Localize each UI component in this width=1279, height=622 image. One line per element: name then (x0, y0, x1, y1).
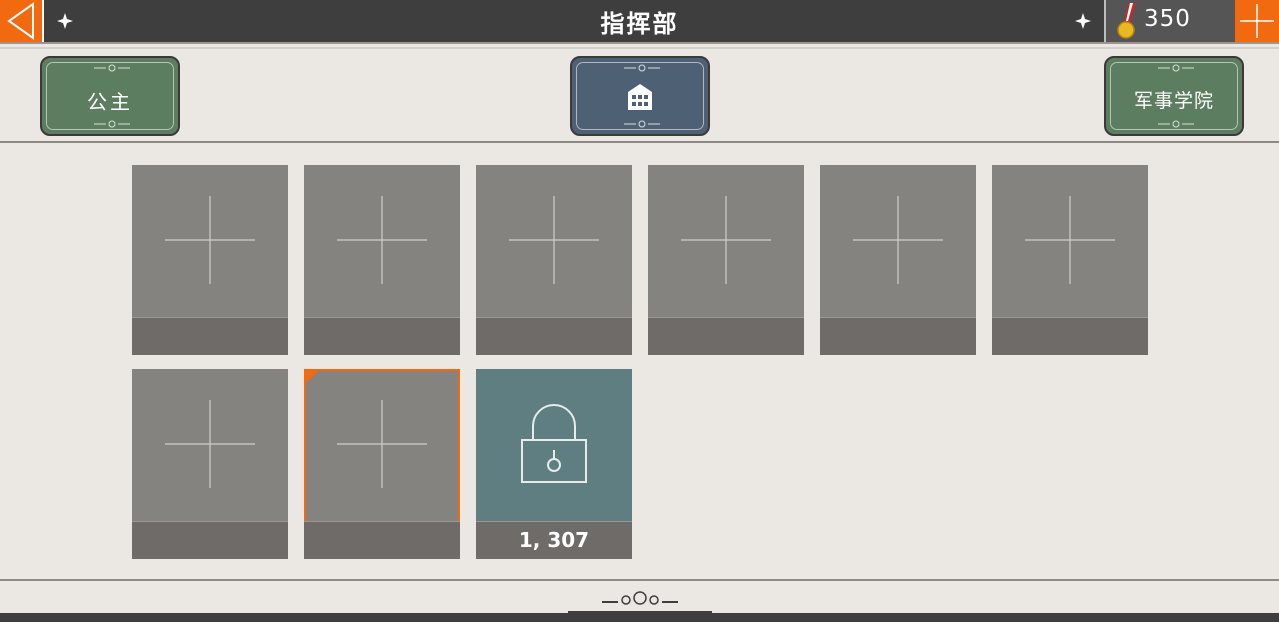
locked-slot[interactable]: 1, 307 (476, 369, 632, 559)
tab-label: 公主 (87, 90, 133, 114)
empty-slot[interactable] (132, 165, 288, 355)
slot-footer (132, 521, 288, 559)
tab-military-academy[interactable]: 军事学院 (1104, 56, 1244, 136)
empty-slot[interactable] (132, 369, 288, 559)
divider (0, 579, 1279, 581)
tab-label: 军事学院 (1133, 90, 1214, 112)
ornament-icon (1158, 64, 1194, 72)
slot-footer (476, 317, 632, 355)
slot-footer (820, 317, 976, 355)
divider (0, 47, 1279, 49)
empty-slot[interactable] (820, 165, 976, 355)
scroll-ornament-icon (568, 591, 712, 614)
tab-princess[interactable]: 公主 (40, 56, 180, 136)
slot-footer (132, 317, 288, 355)
slot-footer (648, 317, 804, 355)
add-plus-icon (853, 196, 943, 284)
ornament-icon (94, 64, 130, 72)
add-plus-icon (509, 196, 599, 284)
add-currency-button[interactable] (1235, 0, 1279, 42)
ornament-icon (624, 120, 660, 128)
add-plus-icon (1025, 196, 1115, 284)
empty-slot[interactable] (304, 165, 460, 355)
top-bar: 指挥部 350 (0, 0, 1279, 44)
slot-footer (304, 521, 460, 559)
plus-icon (1240, 4, 1274, 38)
selection-corner-marker (304, 369, 320, 385)
bottom-bar (0, 613, 1279, 622)
currency-display: 350 (1104, 0, 1235, 42)
unlock-cost: 1, 307 (518, 528, 590, 552)
empty-slot[interactable] (992, 165, 1148, 355)
add-plus-icon (337, 400, 427, 488)
add-plus-icon (165, 400, 255, 488)
ornament-icon (1158, 120, 1194, 128)
lock-icon (521, 404, 587, 483)
add-plus-icon (337, 196, 427, 284)
empty-slot[interactable] (648, 165, 804, 355)
add-plus-icon (165, 196, 255, 284)
tab-headquarters[interactable] (570, 56, 710, 136)
fleur-ornament-icon (1075, 13, 1091, 29)
empty-slot[interactable] (476, 165, 632, 355)
slot-footer (304, 317, 460, 355)
building-icon (628, 84, 652, 110)
empty-slot-selected[interactable] (304, 369, 460, 559)
add-plus-icon (681, 196, 771, 284)
slot-footer (992, 317, 1148, 355)
ornament-icon (94, 120, 130, 128)
ornament-icon (624, 64, 660, 72)
divider (0, 141, 1279, 143)
currency-value: 350 (1144, 6, 1191, 32)
medal-icon (1117, 3, 1136, 39)
